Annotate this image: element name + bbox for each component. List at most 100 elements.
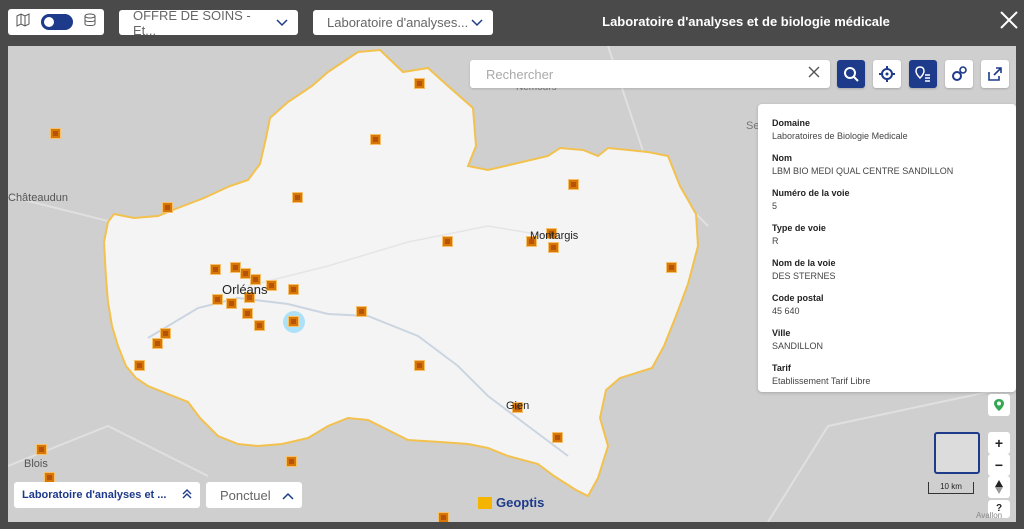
lab-marker[interactable]	[568, 179, 579, 190]
lab-marker[interactable]	[210, 264, 221, 275]
double-chevron-up-icon	[182, 488, 192, 502]
lab-marker[interactable]	[242, 308, 253, 319]
logo-mark-icon	[478, 496, 492, 509]
lab-marker[interactable]	[414, 78, 425, 89]
info-field: Code postal 45 640	[772, 293, 1002, 316]
lab-marker[interactable]	[438, 512, 449, 522]
info-label: Ville	[772, 328, 791, 338]
info-field: Type de voie R	[772, 223, 1002, 246]
layer-panel-toggle[interactable]: Laboratoire d'analyses et ...	[14, 482, 200, 508]
info-value: 45 640	[772, 306, 800, 316]
crosshair-icon	[879, 66, 895, 82]
info-value: SANDILLON	[772, 341, 824, 351]
chevron-down-icon	[471, 16, 483, 30]
info-label: Tarif	[772, 363, 791, 373]
gears-icon	[952, 66, 967, 81]
info-value: LBM BIO MEDI QUAL CENTRE SANDILLON	[772, 166, 954, 176]
lab-marker[interactable]	[414, 360, 425, 371]
lab-marker[interactable]	[288, 316, 299, 327]
close-icon	[1000, 11, 1018, 29]
info-label: Type de voie	[772, 223, 826, 233]
chevron-down-icon	[276, 16, 288, 30]
lab-marker[interactable]	[152, 338, 163, 349]
poi-list-button[interactable]	[909, 60, 937, 88]
category-dropdown-label: Laboratoire d'analyses...	[327, 15, 469, 30]
compass-icon	[995, 480, 1003, 494]
info-value: 5	[772, 201, 778, 211]
lab-marker[interactable]	[356, 306, 367, 317]
settings-button[interactable]	[945, 60, 973, 88]
place-label-avallon: Avallon	[976, 511, 1003, 520]
map-view[interactable]: Orléans Montargis Gien Châteaudun Blois …	[8, 46, 1016, 522]
map-icon[interactable]	[16, 12, 30, 32]
locate-button[interactable]	[873, 60, 901, 88]
info-label: Nom de la voie	[772, 258, 836, 268]
info-field: Nom de la voie DES STERNES	[772, 258, 1002, 281]
logo-text: Geoptis	[496, 495, 545, 510]
info-field: Domaine Laboratoires de Biologie Medicale	[772, 118, 1002, 141]
lab-marker[interactable]	[50, 128, 61, 139]
info-field: Tarif Etablissement Tarif Libre	[772, 363, 1002, 386]
lab-marker[interactable]	[162, 202, 173, 213]
lab-marker[interactable]	[548, 242, 559, 253]
mode-dropdown[interactable]: Ponctuel	[206, 482, 302, 508]
window-title: Laboratoire d'analyses et de biologie mé…	[602, 14, 890, 29]
chevron-up-icon	[282, 488, 294, 503]
info-value: Etablissement Tarif Libre	[772, 376, 871, 386]
lab-marker[interactable]	[226, 298, 237, 309]
search-icon	[844, 67, 859, 82]
place-label-orleans: Orléans	[222, 282, 268, 297]
search-input[interactable]: Rechercher	[486, 67, 553, 82]
info-label: Code postal	[772, 293, 824, 303]
info-field: Ville SANDILLON	[772, 328, 1002, 351]
share-button[interactable]	[981, 60, 1009, 88]
lab-marker[interactable]	[442, 236, 453, 247]
search-bar[interactable]: Rechercher	[470, 60, 830, 88]
map-pin-icon	[994, 399, 1004, 411]
location-list-icon	[915, 66, 930, 82]
layer-name: Laboratoire d'analyses et ...	[22, 489, 167, 501]
lab-marker[interactable]	[254, 320, 265, 331]
place-label-blois: Blois	[24, 458, 48, 470]
place-label-gien: Gien	[506, 400, 530, 412]
clear-icon[interactable]	[808, 65, 820, 83]
top-bar: OFFRE DE SOINS - Et... Laboratoire d'ana…	[0, 0, 1024, 44]
info-field: Nom LBM BIO MEDI QUAL CENTRE SANDILLON	[772, 153, 1002, 176]
offre-dropdown-label: OFFRE DE SOINS - Et...	[133, 7, 251, 38]
view-toggle-group[interactable]	[8, 9, 104, 35]
lab-marker[interactable]	[370, 134, 381, 145]
lab-marker[interactable]	[286, 456, 297, 467]
lab-marker[interactable]	[36, 444, 47, 455]
info-value: DES STERNES	[772, 271, 836, 281]
lab-marker[interactable]	[288, 284, 299, 295]
zoom-out-button[interactable]: −	[988, 454, 1010, 476]
mode-label: Ponctuel	[220, 487, 271, 503]
place-label-montargis: Montargis	[530, 230, 579, 242]
lab-marker[interactable]	[666, 262, 677, 273]
info-label: Domaine	[772, 118, 811, 128]
lab-marker[interactable]	[292, 192, 303, 203]
app-frame: OFFRE DE SOINS - Et... Laboratoire d'ana…	[0, 0, 1024, 529]
lab-marker[interactable]	[134, 360, 145, 371]
lab-marker[interactable]	[552, 432, 563, 443]
category-dropdown[interactable]: Laboratoire d'analyses...	[313, 10, 493, 35]
info-value: Laboratoires de Biologie Medicale	[772, 131, 908, 141]
scale-bar: 10 km	[928, 482, 974, 494]
database-icon[interactable]	[84, 13, 96, 32]
info-field: Numéro de la voie 5	[772, 188, 1002, 211]
close-button[interactable]	[996, 8, 1022, 34]
info-value: R	[772, 236, 779, 246]
overview-minimap[interactable]	[934, 432, 980, 474]
share-icon	[988, 67, 1002, 81]
google-maps-button[interactable]	[988, 394, 1010, 416]
view-switch[interactable]	[41, 14, 73, 30]
offre-dropdown[interactable]: OFFRE DE SOINS - Et...	[119, 7, 298, 38]
info-label: Numéro de la voie	[772, 188, 850, 198]
info-label: Nom	[772, 153, 792, 163]
feature-info-panel: Domaine Laboratoires de Biologie Medicale…	[758, 104, 1016, 392]
place-label-chateaudun: Châteaudun	[8, 192, 68, 204]
geoptis-logo: Geoptis	[478, 495, 544, 510]
zoom-in-button[interactable]: +	[988, 432, 1010, 454]
compass-button[interactable]	[988, 476, 1010, 498]
search-button[interactable]	[837, 60, 865, 88]
